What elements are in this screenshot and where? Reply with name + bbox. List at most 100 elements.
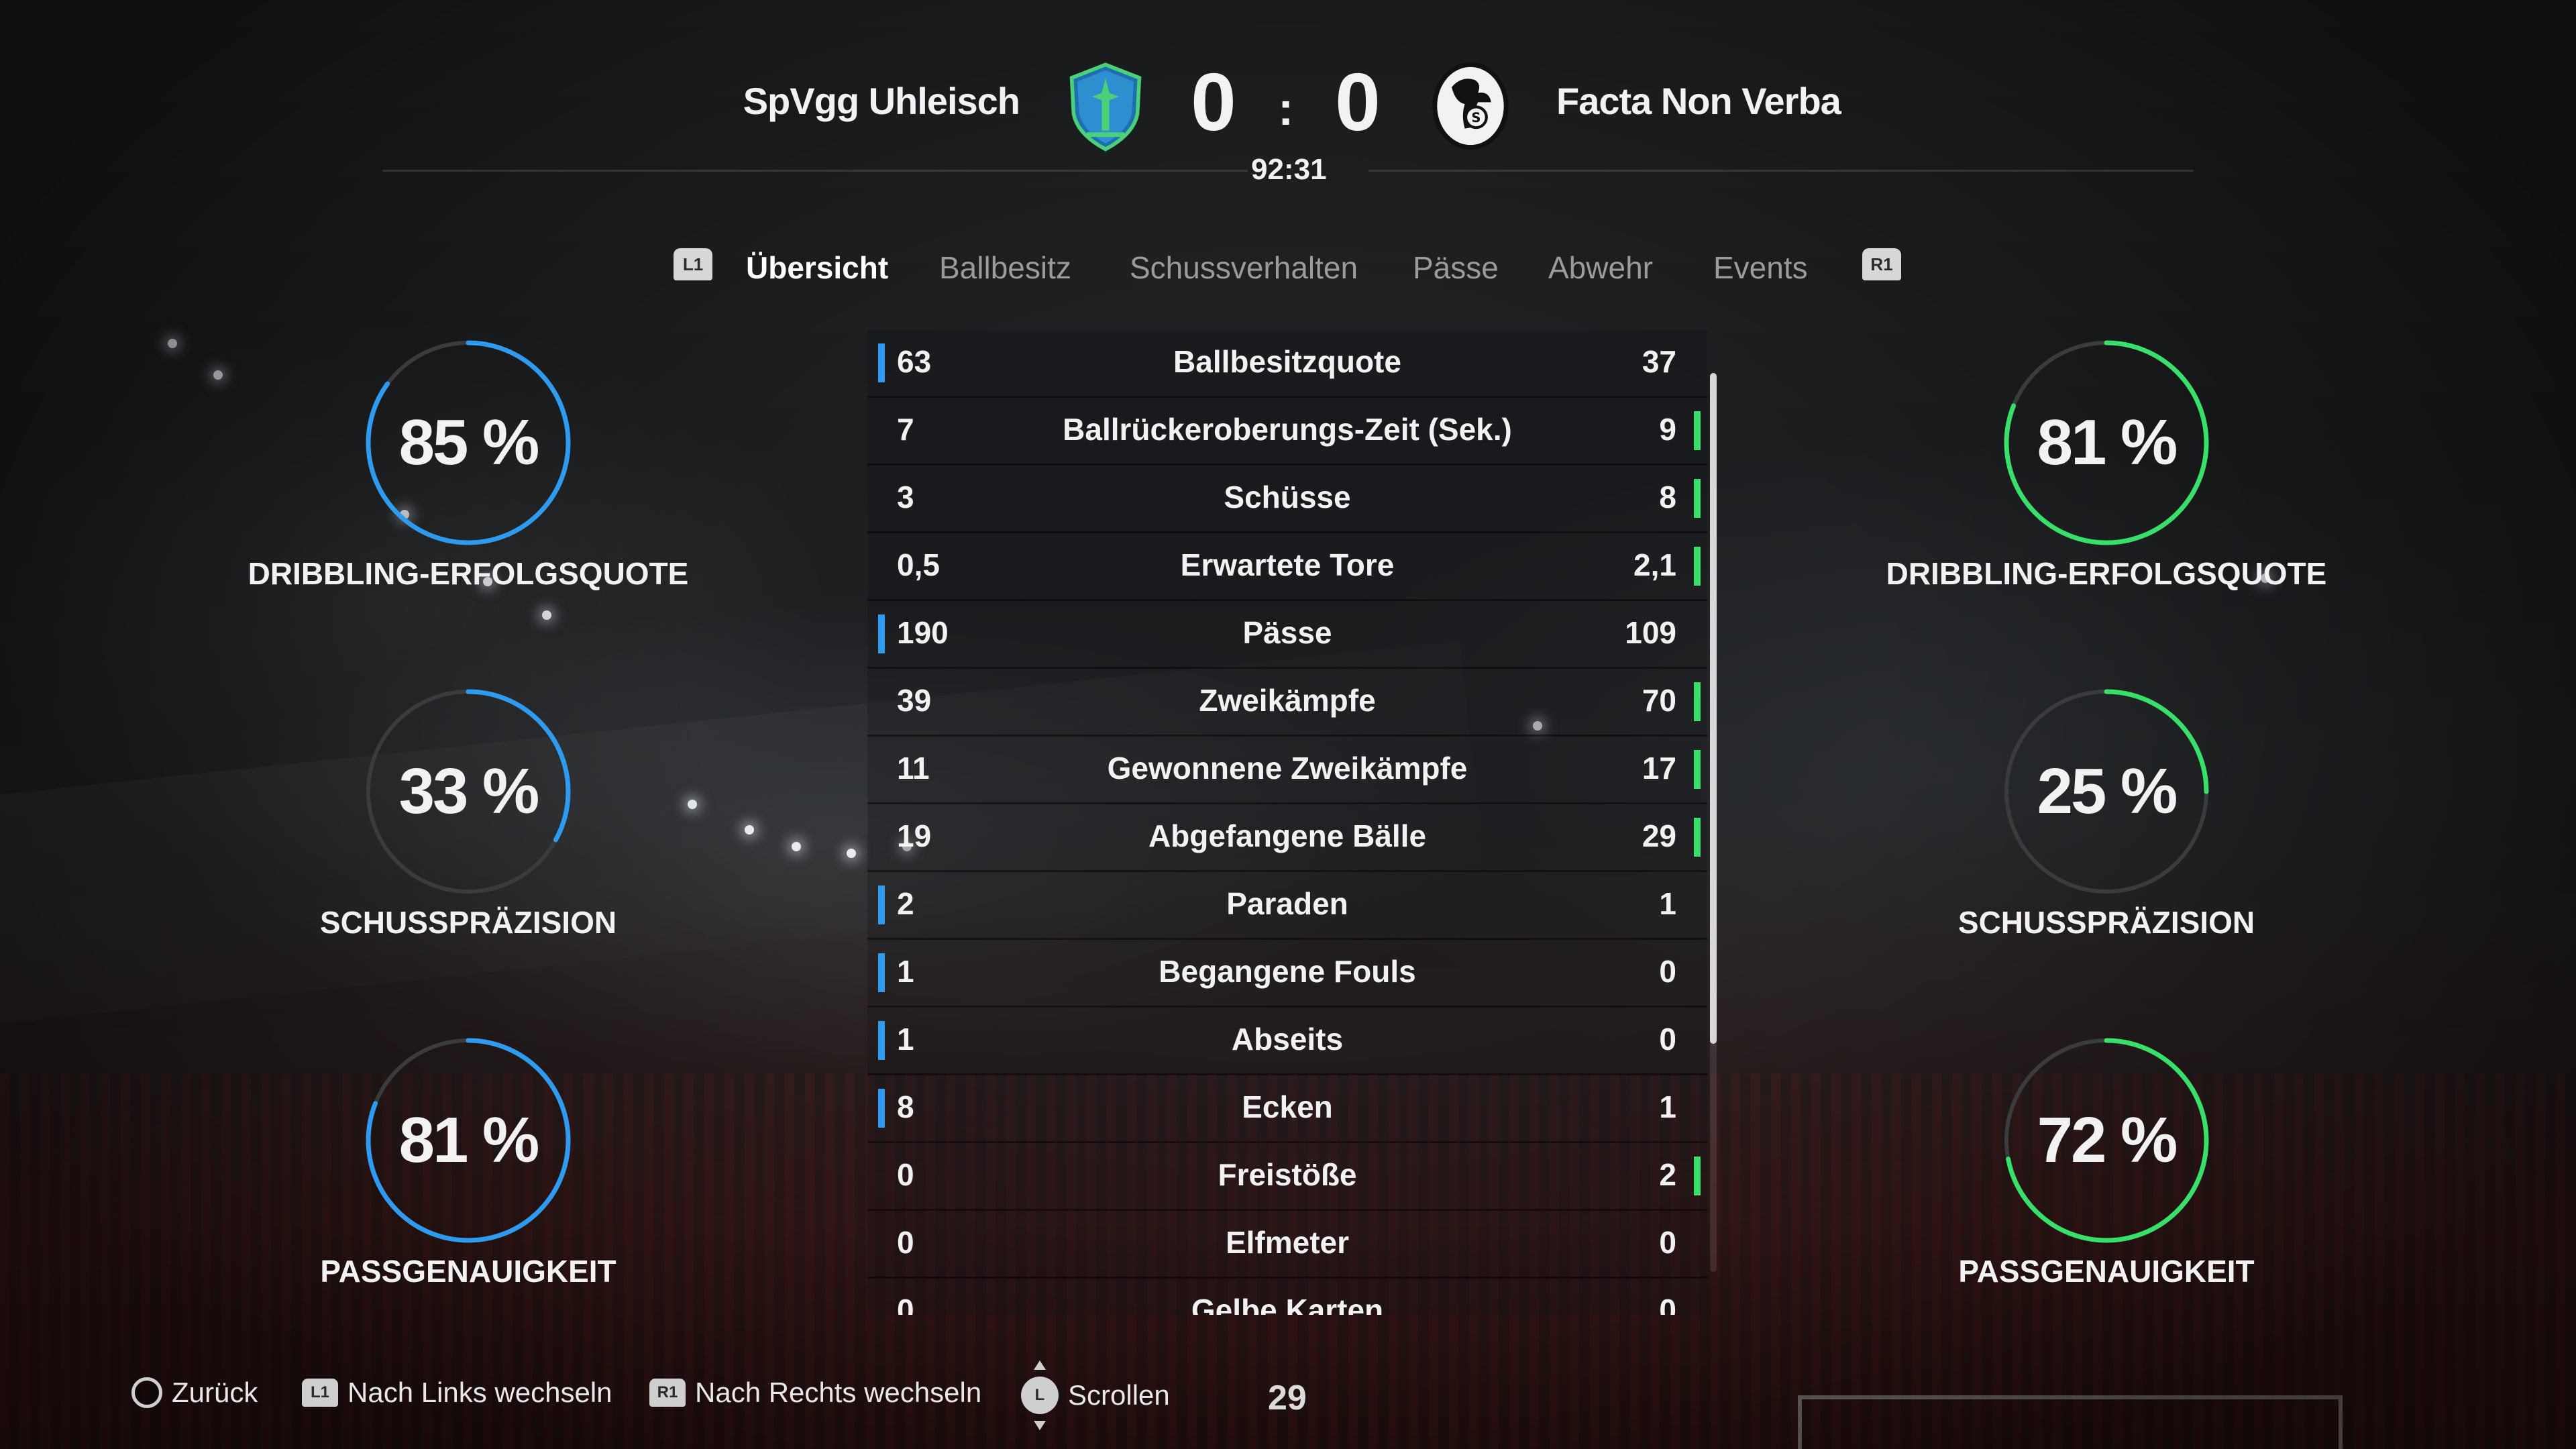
stat-home-value: 3 bbox=[897, 480, 914, 515]
home-pass-accuracy-value: 81 % bbox=[398, 1104, 540, 1176]
away-pass-accuracy-value: 72 % bbox=[2037, 1104, 2178, 1176]
away-dribbling-label: DRIBBLING-ERFOLGSQUOTE bbox=[1886, 556, 2327, 591]
stat-row: 7 Ballrückeroberungs-Zeit (Sek.) 9 bbox=[867, 398, 1707, 466]
back-hint[interactable]: Zurück bbox=[131, 1377, 258, 1409]
back-label: Zurück bbox=[172, 1377, 258, 1408]
tab-events[interactable]: Events bbox=[1713, 250, 1808, 286]
home-score: 0 bbox=[1191, 56, 1236, 148]
stat-home-value: 1 bbox=[897, 1022, 914, 1057]
switch-left-hint[interactable]: L1 Nach Links wechseln bbox=[302, 1377, 612, 1409]
stat-name: Ecken bbox=[1242, 1089, 1333, 1124]
stat-row: 190 Pässe 109 bbox=[867, 601, 1707, 669]
stats-scrollbar[interactable] bbox=[1710, 373, 1717, 1272]
home-lead-marker bbox=[878, 614, 885, 653]
scroll-hint[interactable]: L Scrollen bbox=[1021, 1360, 1170, 1430]
stat-row: 8 Ecken 1 bbox=[867, 1075, 1707, 1143]
stat-home-value: 0 bbox=[897, 1157, 914, 1192]
stat-row: 19 Abgefangene Bälle 29 bbox=[867, 804, 1707, 872]
stat-home-value: 0 bbox=[897, 1225, 914, 1260]
r1-button-icon: R1 bbox=[649, 1379, 686, 1407]
stat-name: Freistöße bbox=[1218, 1157, 1357, 1192]
switch-right-hint[interactable]: R1 Nach Rechts wechseln bbox=[649, 1377, 981, 1409]
stat-away-value: 17 bbox=[1642, 751, 1676, 786]
home-shot-accuracy-value: 33 % bbox=[398, 755, 540, 827]
left-stick-letter: L bbox=[1034, 1386, 1045, 1404]
switch-right-label: Nach Rechts wechseln bbox=[695, 1377, 982, 1408]
stat-row: 0 Gelbe Karten 0 bbox=[867, 1279, 1707, 1315]
away-lead-marker bbox=[1694, 411, 1701, 450]
l1-button-icon[interactable]: L1 bbox=[674, 248, 712, 280]
left-stick-icon: L bbox=[1021, 1360, 1059, 1430]
stats-tab-bar: L1 Übersicht Ballbesitz Schussverhalten … bbox=[0, 243, 2576, 297]
away-score: 0 bbox=[1335, 56, 1381, 148]
away-lead-marker bbox=[1694, 818, 1701, 857]
home-team-name: SpVgg Uhleisch bbox=[743, 80, 1020, 122]
stat-away-value: 2,1 bbox=[1633, 547, 1676, 582]
stat-away-value: 70 bbox=[1642, 683, 1676, 718]
stat-name: Gelbe Karten bbox=[1191, 1293, 1384, 1315]
away-team-crest-icon: S bbox=[1432, 62, 1509, 150]
stat-name: Elfmeter bbox=[1225, 1225, 1350, 1260]
stat-home-value: 63 bbox=[897, 344, 932, 379]
stat-name: Begangene Fouls bbox=[1159, 954, 1416, 989]
tab-ballbesitz[interactable]: Ballbesitz bbox=[939, 250, 1071, 286]
stat-home-value: 2 bbox=[897, 886, 914, 921]
away-lead-marker bbox=[1694, 750, 1701, 789]
away-lead-marker bbox=[1694, 1157, 1701, 1195]
away-shot-accuracy-label: SCHUSSPRÄZISION bbox=[1957, 905, 2255, 940]
stat-home-value: 190 bbox=[897, 615, 949, 650]
away-ring-dribbling: 81 % DRIBBLING-ERFOLGSQUOTE bbox=[1872, 335, 2341, 644]
scroll-label: Scrollen bbox=[1068, 1379, 1170, 1411]
r1-button-icon[interactable]: R1 bbox=[1862, 248, 1901, 280]
stat-name: Abseits bbox=[1231, 1022, 1344, 1057]
away-team-name: Facta Non Verba bbox=[1556, 80, 1841, 122]
home-ring-shot-accuracy: 33 % SCHUSSPRÄZISION bbox=[233, 684, 703, 993]
stat-name: Pässe bbox=[1242, 615, 1332, 650]
arrow-down-icon bbox=[1034, 1421, 1046, 1430]
tab-abwehr[interactable]: Abwehr bbox=[1548, 250, 1653, 286]
stat-name: Gewonnene Zweikämpfe bbox=[1107, 751, 1468, 786]
stat-row: 0 Freistöße 2 bbox=[867, 1143, 1707, 1211]
home-pass-accuracy-label: PASSGENAUIGKEIT bbox=[320, 1254, 616, 1289]
stat-away-value: 0 bbox=[1659, 1022, 1676, 1057]
switch-left-label: Nach Links wechseln bbox=[347, 1377, 612, 1408]
away-shot-accuracy-value: 25 % bbox=[2037, 755, 2178, 827]
stat-away-value: 0 bbox=[1659, 1225, 1676, 1260]
home-lead-marker bbox=[878, 953, 885, 992]
home-ring-pass-accuracy: 81 % PASSGENAUIGKEIT bbox=[233, 1033, 703, 1342]
stat-row: 0,5 Erwartete Tore 2,1 bbox=[867, 533, 1707, 601]
home-dribbling-label: DRIBBLING-ERFOLGSQUOTE bbox=[248, 556, 689, 591]
home-lead-marker bbox=[878, 343, 885, 382]
match-stats-table[interactable]: 63 Ballbesitzquote 37 7 Ballrückeroberun… bbox=[867, 330, 1707, 1315]
header-divider bbox=[1368, 170, 2194, 172]
stat-home-value: 11 bbox=[897, 751, 930, 786]
stat-name: Schüsse bbox=[1224, 480, 1351, 515]
match-clock: 92:31 bbox=[1251, 153, 1327, 186]
home-lead-marker bbox=[878, 885, 885, 924]
away-ring-shot-accuracy: 25 % SCHUSSPRÄZISION bbox=[1872, 684, 2341, 993]
scoreboard-header: SpVgg Uhleisch 0 : 0 S Facta Non Verba 9… bbox=[0, 0, 2576, 201]
away-dribbling-value: 81 % bbox=[2037, 407, 2178, 478]
home-ring-dribbling: 85 % DRIBBLING-ERFOLGSQUOTE bbox=[233, 335, 703, 644]
stat-row: 11 Gewonnene Zweikämpfe 17 bbox=[867, 737, 1707, 804]
arrow-up-icon bbox=[1034, 1360, 1046, 1370]
stat-away-value: 0 bbox=[1659, 954, 1676, 989]
stat-away-value: 2 bbox=[1659, 1157, 1676, 1192]
stat-row: 1 Begangene Fouls 0 bbox=[867, 940, 1707, 1008]
stat-name: Erwartete Tore bbox=[1180, 547, 1395, 582]
tab-uebersicht[interactable]: Übersicht bbox=[746, 250, 888, 286]
stat-away-value: 9 bbox=[1659, 412, 1676, 447]
stat-row: 2 Paraden 1 bbox=[867, 872, 1707, 940]
away-pass-accuracy-label: PASSGENAUIGKEIT bbox=[1958, 1254, 2255, 1289]
tab-paesse[interactable]: Pässe bbox=[1413, 250, 1499, 286]
away-lead-marker bbox=[1694, 547, 1701, 586]
tab-schussverhalten[interactable]: Schussverhalten bbox=[1130, 250, 1358, 286]
home-lead-marker bbox=[878, 1089, 885, 1128]
stat-name: Paraden bbox=[1226, 886, 1348, 921]
stat-away-value: 1 bbox=[1659, 1089, 1676, 1124]
score-separator: : bbox=[1278, 83, 1294, 135]
home-lead-marker bbox=[878, 1021, 885, 1060]
stat-home-value: 8 bbox=[897, 1089, 914, 1124]
stat-row: 0 Elfmeter 0 bbox=[867, 1211, 1707, 1279]
stats-scrollbar-thumb[interactable] bbox=[1710, 373, 1717, 1044]
